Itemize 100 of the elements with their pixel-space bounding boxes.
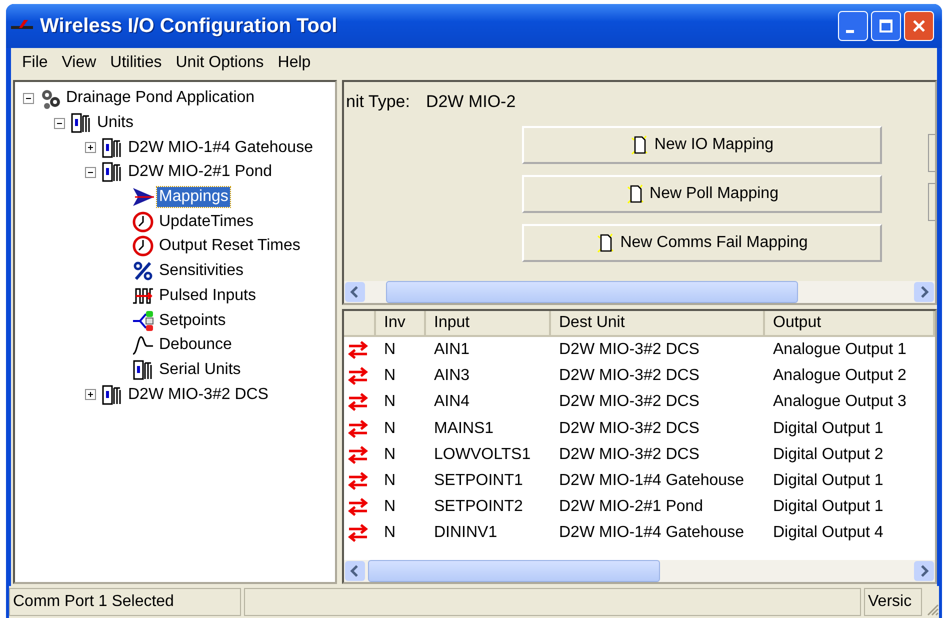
status-text: Comm Port 1 Selected [9,588,241,616]
expand-icon[interactable] [85,142,96,154]
swap-arrows-icon [348,341,368,360]
new-mapping-button[interactable]: New Poll Mapping [522,175,882,213]
splitter-icon [132,310,154,332]
table-cell-text: N [383,340,397,360]
table-cell-text: N [383,471,397,492]
device-icon [101,161,123,184]
swap-arrows-icon [348,367,368,386]
scroll-left-icon[interactable] [345,561,365,581]
table-cell-text: N [383,444,397,465]
tree-item[interactable]: Setpoints [157,310,228,331]
expand-icon[interactable] [85,389,96,400]
tree-item[interactable]: Units [95,113,136,134]
table-cell-text: MAINS1 [433,418,495,439]
new-mapping-button[interactable]: New IO Mapping [522,126,882,164]
column-header[interactable]: Dest Unit [551,311,765,337]
table-cell-text: D2W MIO-3#2 DCS [558,392,700,412]
table-cell-text: Analogue Output 2 [772,366,908,386]
table-cell-text: N [383,523,397,544]
close-icon [912,19,926,33]
horizontal-scrollbar[interactable] [344,560,935,582]
tree-item[interactable]: D2W MIO-1#4 Gatehouse [126,138,315,158]
table-cell-text: DININV1 [433,523,498,544]
table-cell-text: Analogue Output 1 [772,340,908,360]
gear-icon [39,87,61,110]
tree-item[interactable]: Serial Units [157,360,243,380]
table-cell-text: N [383,418,397,439]
minimize-icon [846,30,854,32]
table-cell-text: D2W MIO-3#2 DCS [558,366,700,386]
maximize-button[interactable] [871,11,901,41]
table-cell-text: N [383,366,397,386]
tree-item[interactable]: UpdateTimes [157,212,256,232]
window-title: Wireless I/O Configuration Tool [40,14,338,38]
tree-item[interactable]: D2W MIO-3#2 DCS [126,384,270,405]
unit-type-value: D2W MIO-2 [426,92,516,112]
maximize-icon [879,19,893,33]
arrow-icon [132,186,154,208]
version-text: Versic [864,588,922,616]
device-icon [132,358,154,381]
swap-arrows-icon [348,472,368,490]
swap-arrows-icon [348,446,368,464]
tree-item[interactable]: Debounce [157,335,234,356]
table-cell-text: D2W MIO-3#2 DCS [558,444,700,465]
swap-arrows-icon [348,524,368,542]
table-cell-text: Digital Output 4 [772,523,884,544]
close-button[interactable] [904,11,934,41]
collapse-icon[interactable] [23,92,34,104]
menu-item[interactable]: Utilities [103,54,169,72]
table-cell-text: SETPOINT1 [433,471,524,492]
wave-icon [132,334,154,356]
table-cell-text: AIN1 [433,340,471,360]
tree-item[interactable]: Mappings [157,187,230,208]
tree-item[interactable]: Drainage Pond Application [64,88,257,108]
device-icon [70,112,92,134]
table-cell-text: D2W MIO-3#2 DCS [558,340,700,360]
menu-item[interactable]: File [15,54,55,72]
scroll-right-icon[interactable] [914,282,934,302]
column-header[interactable]: Inv [376,311,426,337]
table-cell-text: Analogue Output 3 [772,392,908,412]
tree-item[interactable]: Output Reset Times [157,236,302,256]
swap-arrows-icon [348,498,368,516]
collapse-icon[interactable] [85,166,96,178]
new-document-icon [626,183,646,205]
resize-grip-icon[interactable] [925,602,939,616]
collapse-icon[interactable] [54,118,65,129]
table-cell-text: LOWVOLTS1 [433,444,532,465]
table-cell-text: Digital Output 1 [772,497,884,518]
column-header[interactable]: Input [426,311,551,337]
table-cell-text: AIN3 [433,366,471,386]
percent-icon [132,260,154,282]
horizontal-scrollbar[interactable] [344,281,935,303]
minimize-button[interactable] [838,11,868,41]
tree-item[interactable]: D2W MIO-2#1 Pond [126,162,274,182]
swap-arrows-icon [348,393,368,412]
scroll-right-icon[interactable] [914,561,934,581]
menu-item[interactable]: Help [270,54,318,72]
table-cell-text: D2W MIO-3#2 DCS [558,418,700,439]
clock-icon [132,235,154,258]
table-cell-text: N [383,497,397,518]
table-cell-text: N [383,392,397,412]
table-cell-text: D2W MIO-1#4 Gatehouse [558,471,745,492]
table-cell-text: SETPOINT2 [433,497,524,518]
tree-item[interactable]: Pulsed Inputs [157,286,258,306]
clock-icon [132,210,154,233]
new-mapping-button[interactable]: New Comms Fail Mapping [522,224,882,262]
table-cell-text: D2W MIO-2#1 Pond [558,497,704,518]
table-cell-text: D2W MIO-1#4 Gatehouse [558,523,745,544]
table-cell-text: Digital Output 1 [772,471,884,492]
tree-item[interactable]: Sensitivities [157,261,246,282]
scroll-left-icon[interactable] [345,282,365,302]
column-header[interactable]: Output [765,311,935,337]
menu-item[interactable]: Unit Options [168,54,271,72]
table-cell-text: AIN4 [433,392,471,412]
table-cell-text: Digital Output 2 [772,444,884,465]
device-icon [101,136,123,159]
menu-item[interactable]: View [54,54,104,72]
swap-arrows-icon [348,420,368,438]
unit-type-label: nit Type: [346,92,410,112]
table-cell-text: Digital Output 1 [772,418,884,439]
